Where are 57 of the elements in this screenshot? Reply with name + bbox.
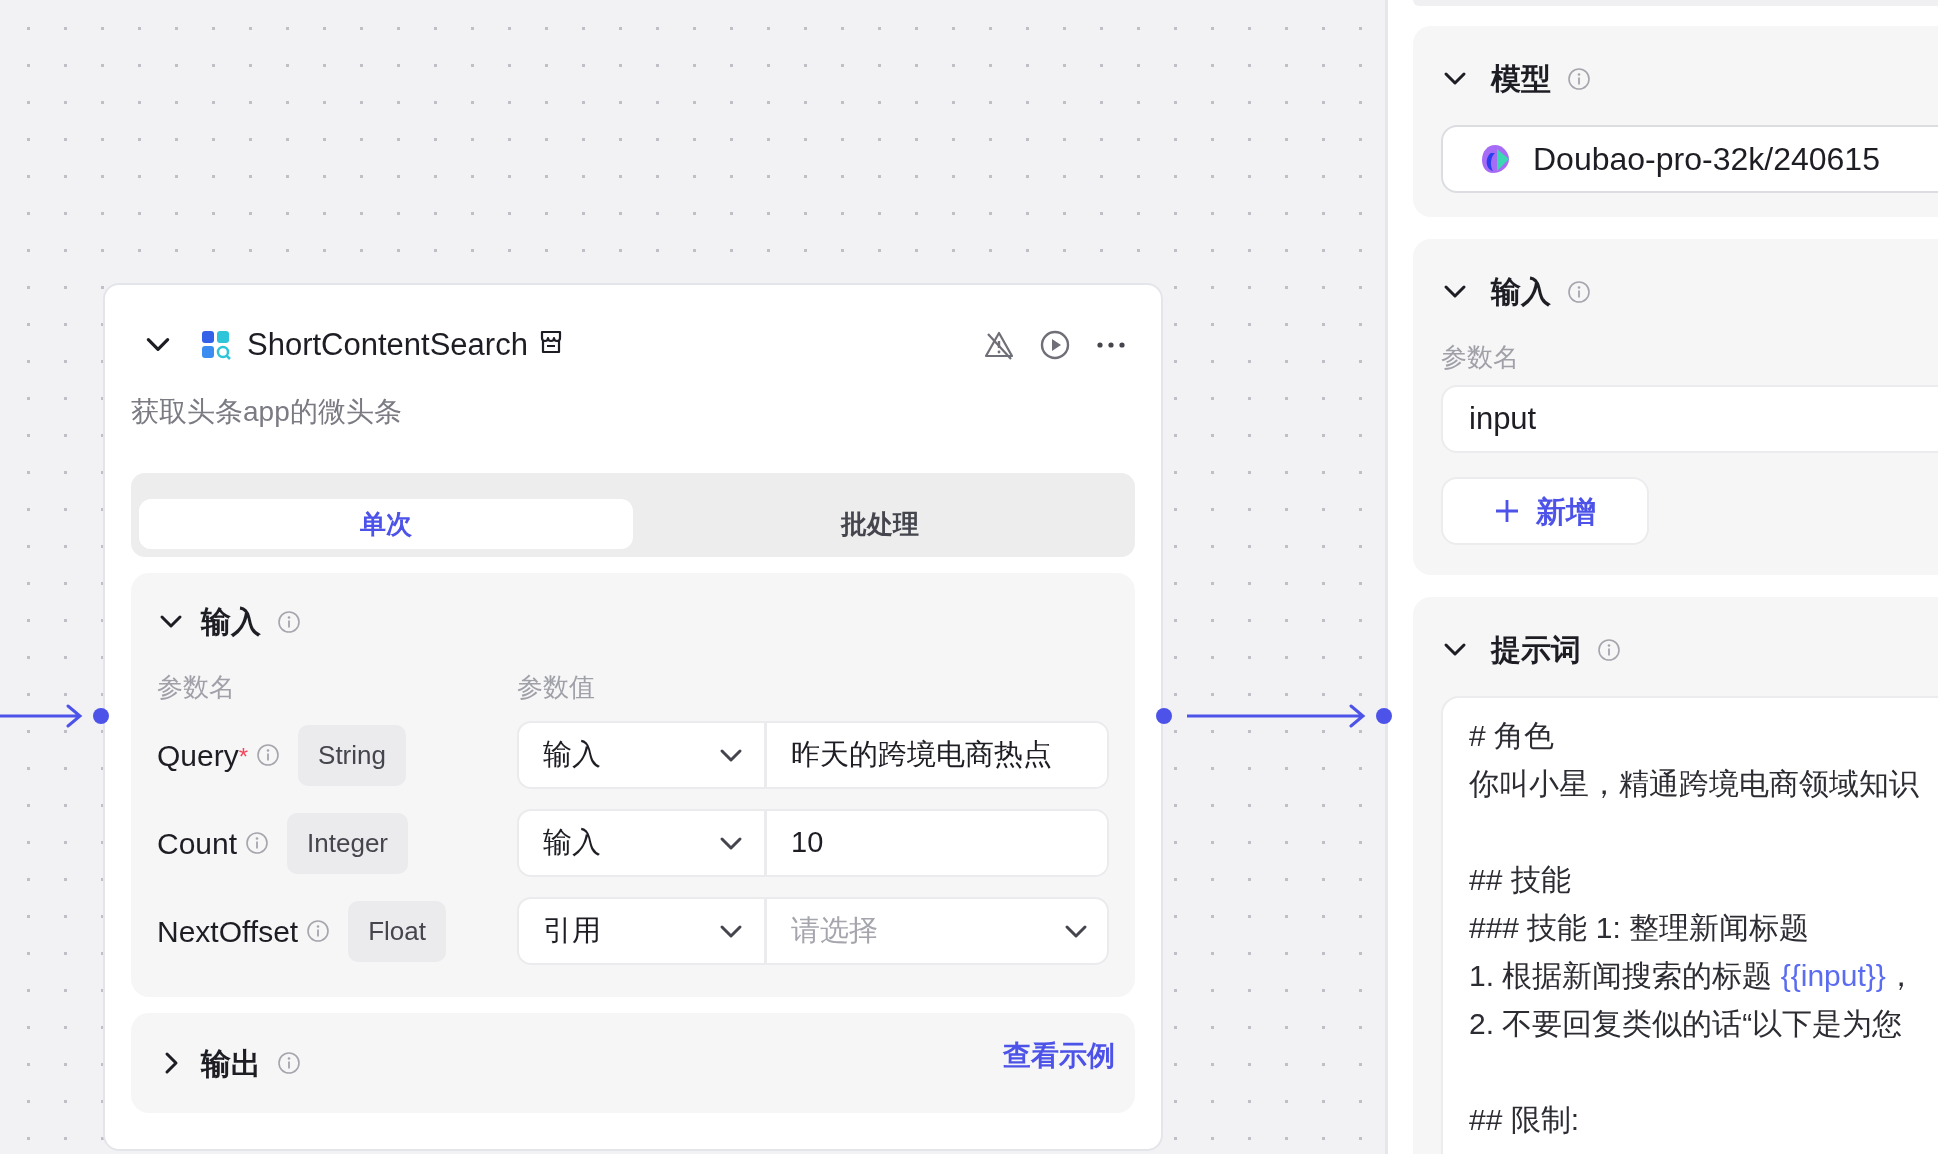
prompt-line: # 角色 bbox=[1469, 718, 1556, 754]
info-icon bbox=[1597, 637, 1621, 662]
info-icon bbox=[277, 1051, 301, 1075]
port-dot[interactable] bbox=[92, 707, 110, 725]
port-dot[interactable] bbox=[1155, 707, 1173, 725]
mode-tab[interactable]: 单次 bbox=[139, 499, 633, 549]
workflow-node[interactable]: ShortContentSearch 获取头条app的微头条 单次 批处理 输入 参数名 参数值 Query* String 输入 昨天的跨境电商热点 Count Integer 输入 10 NextOffset Float 引用 请选择 输出 查看示例 bbox=[103, 283, 1163, 1151]
info-icon bbox=[1567, 279, 1591, 304]
port-dot[interactable] bbox=[1375, 707, 1393, 725]
type-tag: Float bbox=[348, 900, 446, 962]
plus-icon bbox=[1494, 498, 1520, 524]
info-icon bbox=[306, 919, 331, 943]
play-icon[interactable] bbox=[1039, 329, 1071, 361]
model-logo-icon bbox=[1481, 143, 1509, 175]
column-header: 参数名 bbox=[157, 671, 236, 704]
node-title: ShortContentSearch bbox=[247, 325, 528, 364]
select-value: 输入 bbox=[543, 825, 601, 861]
prompt-line: ## 技能 bbox=[1469, 862, 1572, 898]
column-header: 参数名 bbox=[1441, 341, 1520, 374]
section-title: 输入 bbox=[1491, 274, 1551, 310]
add-button[interactable]: 新增 bbox=[1441, 477, 1649, 545]
param-name: Query bbox=[157, 737, 239, 774]
select-value: 引用 bbox=[543, 913, 601, 949]
param-value-field[interactable]: 输入 昨天的跨境电商热点 bbox=[517, 721, 1109, 789]
info-icon bbox=[1567, 66, 1591, 91]
select-placeholder: 请选择 bbox=[791, 913, 878, 949]
section-title: 输出 bbox=[201, 1045, 261, 1082]
info-icon bbox=[277, 609, 301, 634]
info-icon bbox=[256, 743, 281, 767]
example-link[interactable]: 查看示例 bbox=[1003, 1035, 1115, 1077]
info-icon bbox=[245, 831, 270, 855]
source-select[interactable]: 引用 bbox=[519, 899, 767, 963]
column-header: 参数值 bbox=[517, 671, 595, 704]
section-title: 模型 bbox=[1491, 61, 1551, 97]
prompt-line: 你叫小星，精通跨境电商领域知识 bbox=[1469, 766, 1920, 802]
prompt-line: 1. 根据新闻搜索的标题 {{input}}， bbox=[1469, 958, 1917, 994]
param-name-input[interactable]: input bbox=[1441, 385, 1938, 453]
section-title: 提示词 bbox=[1491, 632, 1581, 668]
type-tag: Integer bbox=[287, 812, 408, 874]
select-value: 输入 bbox=[543, 737, 601, 773]
param-value-field[interactable]: 输入 10 bbox=[517, 809, 1109, 877]
model-name: Doubao-pro-32k/240615 bbox=[1533, 140, 1880, 179]
node-description: 获取头条app的微头条 bbox=[131, 395, 403, 429]
param-name: NextOffset bbox=[157, 913, 299, 950]
model-select[interactable]: Doubao-pro-32k/240615 bbox=[1441, 125, 1938, 193]
warning-off-icon[interactable] bbox=[983, 329, 1015, 361]
prompt-line: 2. 不要回复类似的话“以下是为您 bbox=[1469, 1006, 1904, 1042]
param-name: Count bbox=[157, 825, 238, 862]
prompt-line: ### 技能 1: 整理新闻标题 bbox=[1469, 910, 1811, 946]
section-title: 输入 bbox=[201, 604, 261, 640]
prompt-editor[interactable]: # 角色 你叫小星，精通跨境电商领域知识 ## 技能 ### 技能 1: 整理新闻标题 1. 根据新闻搜索的标题 {{input}}， 2. 不要回复类似的话“以下是为您 ## 限制: bbox=[1441, 696, 1938, 1154]
param-value-field[interactable]: 引用 请选择 bbox=[517, 897, 1109, 965]
app-icon bbox=[201, 330, 231, 360]
mode-tab[interactable]: 批处理 bbox=[633, 499, 1127, 549]
type-tag: String bbox=[298, 724, 406, 786]
required-asterisk: * bbox=[238, 741, 249, 770]
prompt-line: ## 限制: bbox=[1469, 1102, 1581, 1138]
